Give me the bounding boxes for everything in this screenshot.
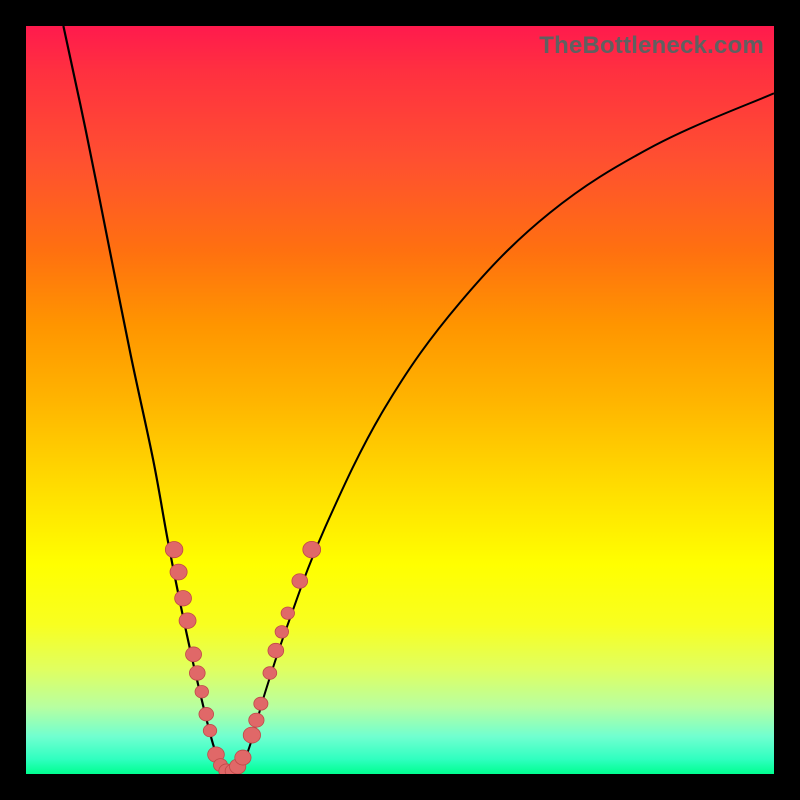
data-point [195,686,208,698]
data-point [179,613,196,629]
data-point [165,542,183,558]
data-point [235,750,251,765]
data-markers [165,541,320,774]
data-point [275,626,289,638]
data-point [199,707,214,720]
data-point [249,713,264,727]
plot-area: TheBottleneck.com [26,26,774,774]
data-point [292,574,308,589]
curve-svg [26,26,774,774]
data-point [170,564,187,580]
curve-right [239,93,774,774]
data-point [175,590,192,605]
data-point [186,647,202,662]
data-point [263,667,277,680]
data-point [243,727,260,743]
watermark-text: TheBottleneck.com [539,32,764,60]
data-point [303,541,321,557]
data-point [189,666,205,681]
data-point [254,697,268,710]
data-point [281,607,294,619]
data-point [268,643,284,658]
data-point [203,724,216,736]
chart-frame: TheBottleneck.com [0,0,800,800]
curve-left [63,26,224,774]
